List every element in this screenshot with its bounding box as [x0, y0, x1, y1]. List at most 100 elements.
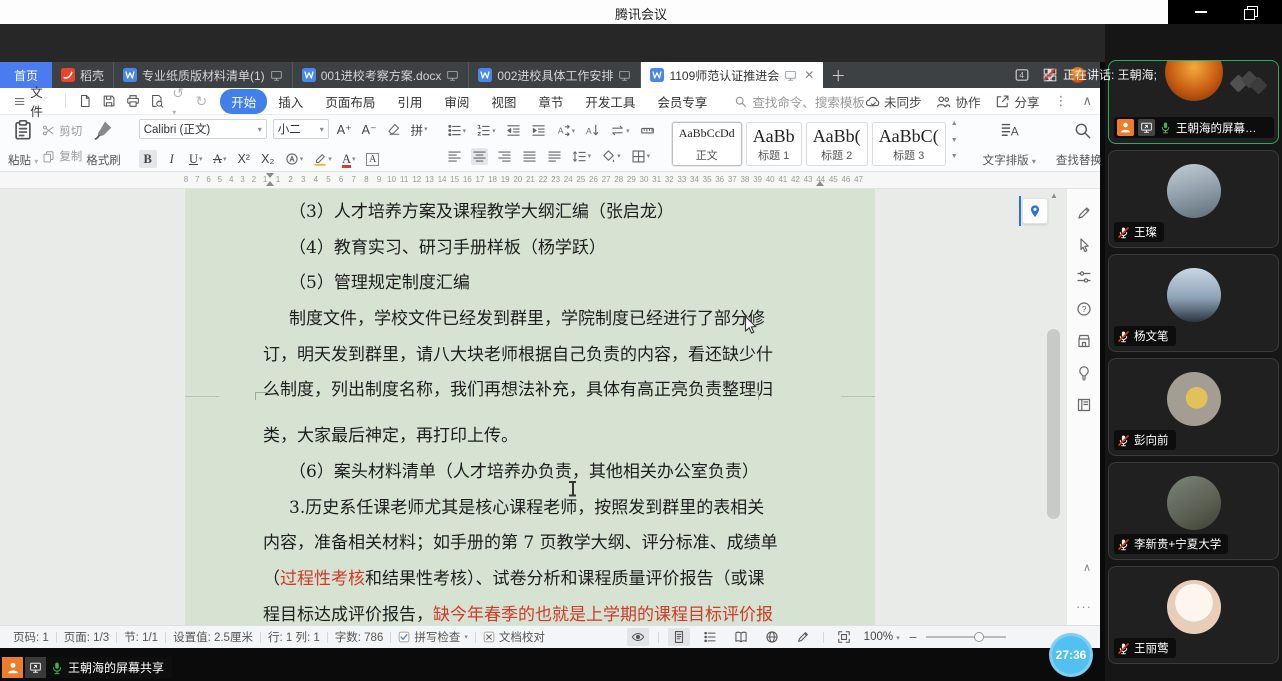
- document-tab-2[interactable]: 002进校具体工作安排: [469, 62, 641, 88]
- ruler-toggle-button[interactable]: [639, 122, 656, 139]
- idea-bulb-icon[interactable]: [1076, 365, 1092, 381]
- zoom-out-button[interactable]: −: [909, 629, 917, 645]
- style-gallery-scroll[interactable]: ▲▼▼: [948, 118, 961, 162]
- undo-button[interactable]: ↺ ▾: [172, 85, 189, 118]
- fit-page-button[interactable]: [833, 628, 855, 646]
- shrink-font-button[interactable]: A⁻: [360, 120, 379, 138]
- align-center-button[interactable]: [471, 148, 488, 165]
- document-tab-3[interactable]: 1109师范认证推进会✕: [641, 62, 823, 88]
- bullet-list-button[interactable]: ▾: [446, 122, 468, 139]
- horizontal-ruler[interactable]: 8765432112345678910111213141516171819202…: [0, 172, 1100, 189]
- text-effects-button[interactable]: ▾: [283, 150, 306, 168]
- style-chip-2[interactable]: AaBb(标题 2: [806, 122, 868, 166]
- settings-sliders-icon[interactable]: [1076, 269, 1092, 285]
- web-view-button[interactable]: [761, 628, 783, 646]
- help-icon[interactable]: ?: [1076, 301, 1092, 317]
- italic-button[interactable]: I: [163, 150, 181, 168]
- increase-indent-button[interactable]: [530, 122, 547, 139]
- close-tab-icon[interactable]: ✕: [804, 68, 814, 82]
- file-menu[interactable]: 文件: [8, 82, 58, 120]
- format-painter-button[interactable]: 格式刷: [82, 118, 125, 169]
- doc-proof-toggle[interactable]: 文档校对: [476, 629, 552, 645]
- ink-view-button[interactable]: [792, 628, 814, 646]
- participant-tile-1[interactable]: 王璨: [1108, 150, 1279, 248]
- participant-tile-3[interactable]: 彭向前: [1108, 358, 1279, 456]
- ribbon-tab-审阅[interactable]: 审阅: [433, 89, 480, 114]
- scroll-up-arrow[interactable]: ▲: [1050, 191, 1058, 200]
- style-chip-3[interactable]: AaBbC(标题 3: [872, 122, 946, 166]
- vertical-scrollbar[interactable]: [1047, 329, 1060, 519]
- collapse-strip-button[interactable]: ∧: [1083, 561, 1091, 574]
- command-search[interactable]: 查找命令、搜索模板: [734, 92, 865, 111]
- ribbon-tab-开发工具[interactable]: 开发工具: [574, 89, 646, 114]
- participant-tile-5[interactable]: 王丽莺: [1108, 566, 1279, 664]
- tab-docer[interactable]: 稻壳: [52, 62, 114, 88]
- clear-format-button[interactable]: [385, 120, 403, 138]
- new-document-icon[interactable]: [78, 93, 92, 109]
- participant-tile-2[interactable]: 杨文笔: [1108, 254, 1279, 352]
- document-page[interactable]: （3）人才培养方案及课程教学大纲汇编（张启龙）（4）教育实习、研习手册样板（杨学…: [185, 189, 875, 625]
- text-layout-button[interactable]: A 文字排版 ▾: [973, 118, 1046, 169]
- decrease-indent-button[interactable]: [505, 122, 522, 139]
- align-justify-button[interactable]: [521, 148, 538, 165]
- position-pin-button[interactable]: [1022, 198, 1048, 224]
- ribbon-tab-插入[interactable]: 插入: [267, 89, 314, 114]
- style-chip-0[interactable]: AaBbCcDd正文: [672, 122, 742, 166]
- read-view-button[interactable]: [730, 628, 752, 646]
- bold-button[interactable]: B: [139, 150, 157, 168]
- more-menu-button[interactable]: ⋮: [1054, 93, 1067, 109]
- borders-button[interactable]: ▾: [630, 148, 652, 165]
- store-icon[interactable]: [1076, 333, 1092, 349]
- select-cursor-icon[interactable]: [1076, 237, 1092, 253]
- numbered-list-button[interactable]: ▾: [475, 122, 497, 139]
- grow-font-button[interactable]: A⁺: [335, 120, 354, 138]
- ribbon-tab-引用[interactable]: 引用: [386, 89, 433, 114]
- page-view-button[interactable]: [668, 628, 690, 646]
- ribbon-tab-章节[interactable]: 章节: [527, 89, 574, 114]
- font-color-button[interactable]: A▾: [340, 150, 358, 168]
- window-split-icon[interactable]: 4: [1014, 67, 1030, 83]
- print-icon[interactable]: [126, 93, 140, 109]
- document-tab-0[interactable]: 专业纸质版材料清单(1): [114, 62, 293, 88]
- wrap-button[interactable]: ▾: [609, 122, 631, 139]
- spell-check-toggle[interactable]: 拼写检查▾: [391, 629, 475, 645]
- share-button[interactable]: 分享: [995, 92, 1039, 111]
- new-tab-button[interactable]: ＋: [823, 62, 853, 88]
- paste-button[interactable]: 粘贴 ▾: [4, 118, 42, 169]
- cut-button[interactable]: 剪切: [42, 123, 82, 139]
- restore-button[interactable]: [1234, 0, 1264, 24]
- sync-status[interactable]: 未同步: [865, 92, 922, 111]
- shading-button[interactable]: ▾: [600, 148, 622, 165]
- copy-button[interactable]: 复制: [42, 148, 82, 164]
- zoom-slider[interactable]: [926, 631, 1006, 643]
- text-direction-button[interactable]: A▾: [555, 122, 577, 139]
- highlight-button[interactable]: ▾: [311, 150, 334, 168]
- ribbon-tab-会员专享[interactable]: 会员专享: [646, 89, 718, 114]
- sort-button[interactable]: A: [584, 122, 601, 139]
- font-name-select[interactable]: Calibri (正文)▾: [139, 119, 267, 139]
- align-distribute-button[interactable]: [546, 148, 563, 165]
- zoom-level[interactable]: 100% ▾: [864, 631, 900, 643]
- save-icon[interactable]: [102, 93, 116, 109]
- document-tab-1[interactable]: 001进校考察方案.docx: [293, 62, 470, 88]
- ribbon-tab-视图[interactable]: 视图: [480, 89, 527, 114]
- meeting-timer[interactable]: 27:36: [1049, 633, 1093, 677]
- align-left-button[interactable]: [446, 148, 463, 165]
- style-chip-1[interactable]: AaBb标题 1: [746, 122, 802, 166]
- edit-pen-icon[interactable]: [1076, 205, 1092, 221]
- font-size-select[interactable]: 小二▾: [273, 119, 329, 139]
- redo-button[interactable]: ↻: [196, 93, 208, 110]
- print-preview-icon[interactable]: [150, 93, 164, 109]
- collaborate-button[interactable]: 协作: [936, 92, 980, 111]
- align-right-button[interactable]: [496, 148, 513, 165]
- minimize-button[interactable]: [1186, 0, 1216, 24]
- subscript-button[interactable]: X₂: [259, 150, 277, 168]
- reference-book-icon[interactable]: [1076, 397, 1092, 413]
- underline-button[interactable]: U▾: [187, 150, 205, 168]
- strip-more-button[interactable]: ···: [1076, 599, 1092, 614]
- collapse-ribbon-button[interactable]: ∧: [1082, 93, 1092, 109]
- outline-view-button[interactable]: [699, 628, 721, 646]
- pinyin-guide-button[interactable]: 拼▾: [409, 120, 430, 138]
- superscript-button[interactable]: X²: [235, 150, 253, 168]
- char-border-button[interactable]: A: [364, 150, 382, 168]
